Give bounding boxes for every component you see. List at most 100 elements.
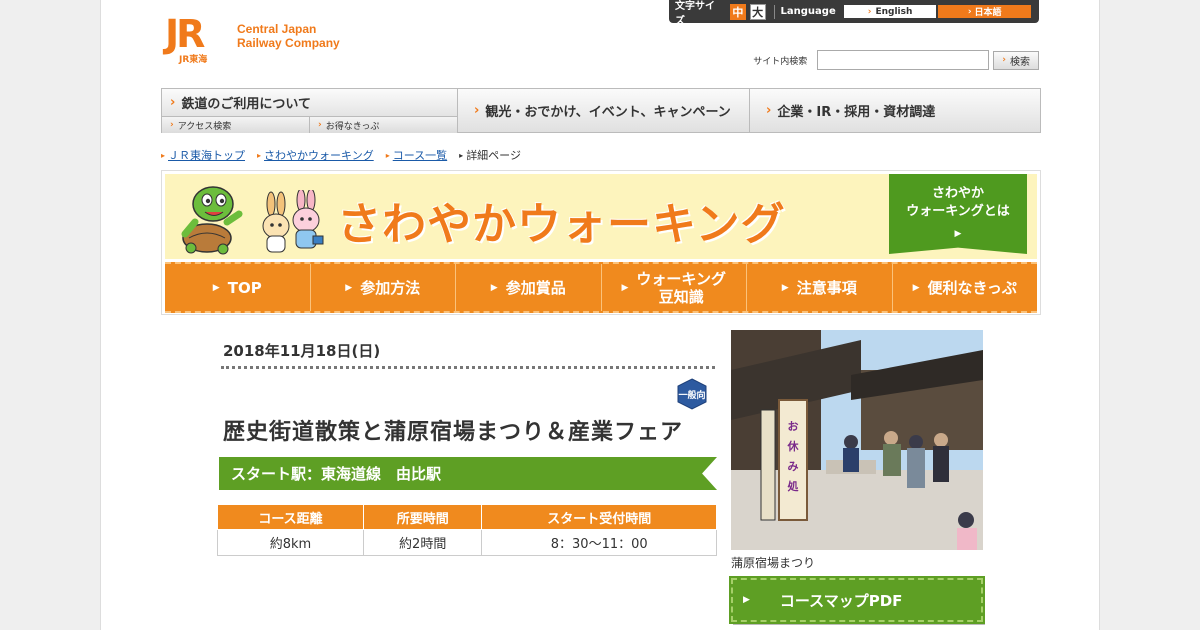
course-distance-value: 約8km xyxy=(217,529,364,556)
course-info-table: コース距離 所要時間 スタート受付時間 約8km 約2時間 8：30～11：00 xyxy=(217,504,717,556)
walking-nav-prizes[interactable]: ▶ 参加賞品 xyxy=(456,264,602,311)
english-button[interactable]: › English xyxy=(843,5,937,18)
course-map-pdf-button[interactable]: ▶ コースマップPDF xyxy=(729,576,985,624)
walking-nav-how-to-join[interactable]: ▶ 参加方法 xyxy=(311,264,456,311)
caret-right-icon: ▸ xyxy=(459,150,464,160)
gnav-discount-tickets-label: お得なきっぷ xyxy=(325,121,380,132)
header-duration: 所要時間 xyxy=(362,504,483,530)
walking-nav-prizes-label: 参加賞品 xyxy=(505,278,566,297)
gnav-access-search[interactable]: › アクセス検索 xyxy=(162,117,309,133)
caret-right-icon: ▸ xyxy=(161,150,166,160)
chevron-right-icon: › xyxy=(318,120,322,130)
breadcrumb-jr-top[interactable]: ＪＲ東海トップ xyxy=(168,147,245,163)
english-label: English xyxy=(875,6,913,17)
walking-nav-tips-line1: ウォーキング xyxy=(636,269,726,288)
caret-right-icon: ▶ xyxy=(621,282,629,293)
walking-nav-how-to-join-label: 参加方法 xyxy=(360,278,421,297)
search-label: サイト内検索 xyxy=(753,56,808,67)
event-photo: お 休 み 処 xyxy=(731,330,983,550)
language-label: Language xyxy=(780,6,836,17)
turtle-mascot-illustration xyxy=(181,186,243,255)
chevron-right-icon: › xyxy=(1002,55,1006,65)
dotted-divider xyxy=(221,366,715,369)
gnav-access-search-label: アクセス検索 xyxy=(177,121,232,132)
japanese-button[interactable]: › 日本語 xyxy=(938,5,1031,18)
gnav-railway-usage-label: 鉄道のご利用について xyxy=(181,97,311,112)
chevron-right-icon: › xyxy=(170,95,176,110)
caret-right-icon: ▸ xyxy=(257,150,262,160)
start-reception-value: 8：30～11：00 xyxy=(481,529,717,556)
gnav-railway-usage[interactable]: › 鉄道のご利用について xyxy=(162,89,457,117)
chevron-right-icon: › xyxy=(867,6,872,17)
caret-right-icon: ▶ xyxy=(490,282,498,293)
gnav-corporate[interactable]: › 企業・IR・採用・資材調達 xyxy=(750,89,1040,132)
font-size-label: 文字サイズ xyxy=(675,0,715,27)
walking-nav: ▶ TOP ▶ 参加方法 ▶ 参加賞品 ▶ ウォーキング 豆知識 ▶ 注意事項 ▶ 便利なきっ… xyxy=(165,262,1037,313)
course-map-pdf-label: コースマップPDF xyxy=(779,591,903,610)
gnav-tourism-label: 観光・おでかけ、イベント、キャンペーン xyxy=(485,105,731,120)
caret-right-icon: ▶ xyxy=(781,282,789,293)
logo-jr-letters: JR xyxy=(165,12,205,56)
gnav-tourism[interactable]: › 観光・おでかけ、イベント、キャンペーン xyxy=(458,89,750,132)
walking-nav-tips[interactable]: ▶ ウォーキング 豆知識 xyxy=(602,264,747,311)
walking-banner: さわやかウォーキング さわやか ウォーキングとは ▶ ▶ TOP ▶ 参加方法 ▶ 参… xyxy=(161,170,1041,315)
gnav-railway-group: › 鉄道のご利用について › アクセス検索 › お得なきっぷ xyxy=(162,89,458,133)
photo-caption: 蒲原宿場まつり xyxy=(731,556,816,570)
chevron-right-icon: › xyxy=(766,103,772,118)
gnav-corporate-label: 企業・IR・採用・資材調達 xyxy=(777,105,936,120)
caret-right-icon: ▸ xyxy=(385,150,390,160)
event-date: 2018年11月18日(日) xyxy=(223,342,381,360)
table-row: 約8km 約2時間 8：30～11：00 xyxy=(217,529,717,556)
breadcrumb-sawayaka-walking[interactable]: さわやかウォーキング xyxy=(264,147,374,163)
chevron-right-icon: › xyxy=(967,6,972,17)
walking-nav-tips-label: ウォーキング 豆知識 xyxy=(636,270,726,306)
badge-label: 一般向 xyxy=(678,389,705,401)
photo-sign-char-1: お xyxy=(788,420,799,433)
general-audience-badge: 一般向 xyxy=(677,378,707,410)
jr-central-logo[interactable]: JR JR東海 Central Japan Railway Company xyxy=(165,12,340,65)
chevron-right-icon: › xyxy=(170,120,174,130)
walking-nav-tips-line2: 豆知識 xyxy=(658,287,704,306)
caret-right-icon: ▶ xyxy=(212,282,220,293)
company-name-line1: Central Japan xyxy=(237,22,317,36)
search-button-label: 検索 xyxy=(1010,56,1030,68)
rabbit-mascots-illustration xyxy=(262,190,324,253)
utility-bar: 文字サイズ 中 大 Language › English › 日本語 xyxy=(669,0,1039,27)
divider xyxy=(773,4,775,19)
font-size-medium-button[interactable]: 中 xyxy=(729,3,746,20)
breadcrumb-current: 詳細ページ xyxy=(466,149,521,162)
logo-jr-tokai: JR東海 xyxy=(179,55,208,65)
page-container: JR JR東海 Central Japan Railway Company 文字… xyxy=(100,0,1100,630)
about-walking-button[interactable]: さわやか ウォーキングとは ▶ xyxy=(889,174,1027,254)
photo-sign-char-3: み xyxy=(788,460,799,473)
header-course-distance: コース距離 xyxy=(217,504,364,530)
walking-nav-notes-label: 注意事項 xyxy=(796,278,857,297)
walking-nav-notes[interactable]: ▶ 注意事項 xyxy=(747,264,893,311)
start-station-bar: スタート駅：東海道線 由比駅 xyxy=(219,457,717,490)
global-nav: › 鉄道のご利用について › アクセス検索 › お得なきっぷ › 観光・おでかけ、イ… xyxy=(161,88,1041,133)
breadcrumb: ▸ ＪＲ東海トップ ▸ さわやかウォーキング ▸ コース一覧 ▸ 詳細ページ xyxy=(161,147,521,163)
table-header-row: コース距離 所要時間 スタート受付時間 xyxy=(217,504,717,530)
chevron-right-icon: › xyxy=(474,103,480,118)
course-title: 歴史街道散策と蒲原宿場まつり＆産業フェア xyxy=(223,420,684,445)
search-button[interactable]: › 検索 xyxy=(993,50,1039,70)
header-start-reception: スタート受付時間 xyxy=(481,504,717,530)
site-search: サイト内検索 › 検索 xyxy=(753,50,1039,70)
caret-right-icon: ▶ xyxy=(912,282,920,293)
japanese-label: 日本語 xyxy=(974,8,1002,18)
walking-nav-tickets[interactable]: ▶ 便利なきっぷ xyxy=(893,264,1038,311)
walking-nav-top-label: TOP xyxy=(227,278,262,297)
photo-sign-char-4: 処 xyxy=(787,479,800,493)
walking-nav-top[interactable]: ▶ TOP xyxy=(165,264,311,311)
search-input[interactable] xyxy=(817,50,990,70)
gnav-discount-tickets[interactable]: › お得なきっぷ xyxy=(309,117,457,133)
caret-right-icon: ▶ xyxy=(954,229,962,239)
duration-value: 約2時間 xyxy=(362,529,483,556)
company-name: Central Japan Railway Company xyxy=(237,22,340,50)
font-size-large-button[interactable]: 大 xyxy=(749,3,766,20)
walking-nav-tickets-label: 便利なきっぷ xyxy=(927,278,1017,297)
photo-sign-char-2: 休 xyxy=(787,439,800,453)
caret-right-icon: ▶ xyxy=(345,282,353,293)
breadcrumb-course-list[interactable]: コース一覧 xyxy=(393,147,447,163)
jr-logo-mark: JR JR東海 xyxy=(165,12,229,65)
